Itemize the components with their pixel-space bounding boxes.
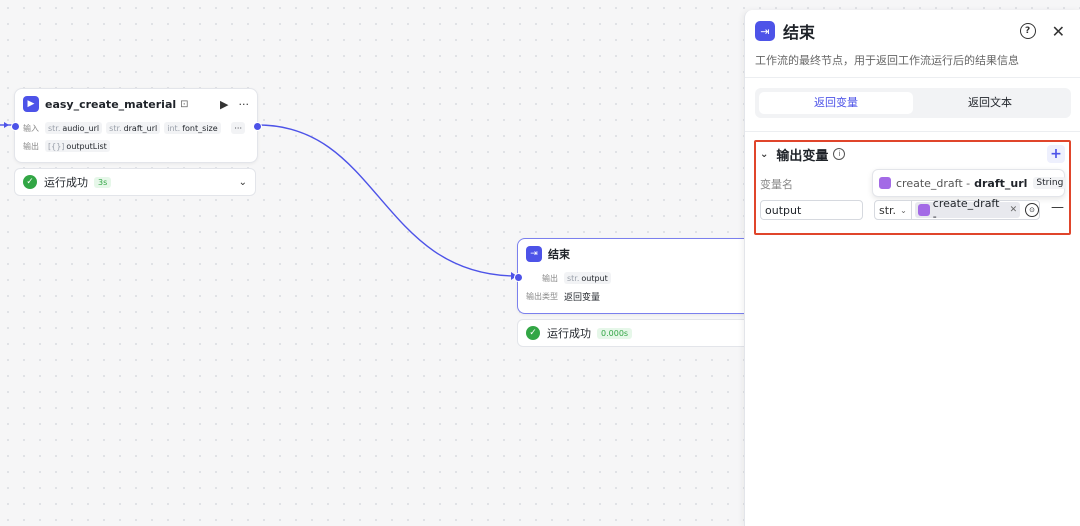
input-tag: str. draft_url [106, 122, 161, 134]
chevron-down-icon[interactable]: ⌄ [239, 177, 247, 188]
tooltip-node: create_draft - [896, 176, 971, 190]
node-settings-panel: ⇥ 结束 ? ✕ 工作流的最终节点，用于返回工作流运行后的结果信息 返回变量 返… [744, 10, 1080, 526]
variable-name-input[interactable]: output [760, 200, 863, 220]
success-icon: ✓ [526, 326, 540, 340]
variable-reference-select[interactable]: str. ⌄ create_draft - ✕ ⊙ [874, 197, 1040, 223]
section-title: 输出变量 [776, 148, 829, 164]
variable-name-label: 变量名 [760, 178, 793, 191]
return-mode-tabs: 返回变量 返回文本 [755, 88, 1071, 118]
tab-return-text[interactable]: 返回文本 [913, 92, 1067, 114]
reference-tooltip: create_draft - draft_url String [872, 169, 1067, 197]
plugin-icon: ▶ [23, 96, 39, 112]
output-row: 输出 [{}] outputList [15, 137, 257, 155]
run-status-node2[interactable]: ✓ 运行成功 0.000s [517, 319, 775, 347]
end-node[interactable]: ⇥ 结束 输出 str. output 输出类型 返回变量 [514, 238, 759, 314]
connection-edge [257, 124, 518, 277]
duration-badge: 0.000s [597, 327, 633, 339]
output-label: 输出 [23, 141, 39, 151]
divider [745, 77, 1080, 78]
workflow-canvas[interactable]: ▶ easy_create_material ⊡ ▶ ··· 输入 str. au… [0, 0, 775, 526]
node-title: easy_create_material [45, 97, 177, 111]
tab-return-variable[interactable]: 返回变量 [759, 92, 913, 114]
output-tag: [{}] outputList [45, 140, 110, 152]
input-tag: str. audio_url [45, 122, 103, 134]
add-variable-button[interactable]: + [1047, 145, 1065, 163]
reference-chip[interactable]: create_draft - ✕ [914, 197, 1021, 223]
output-port[interactable] [253, 122, 262, 131]
output-type-label: 输出类型 [526, 291, 558, 301]
version-icon: ⊡ [180, 98, 189, 110]
output-label: 输出 [542, 273, 558, 283]
plugin-node-easy-create-material[interactable]: ▶ easy_create_material ⊡ ▶ ··· 输入 str. au… [11, 88, 262, 163]
type-select[interactable]: str. ⌄ [875, 201, 912, 219]
run-status-node1[interactable]: ✓ 运行成功 3s ⌄ [14, 168, 256, 196]
success-icon: ✓ [23, 175, 37, 189]
output-type-row: 输出类型 返回变量 [518, 287, 758, 305]
incoming-arrowhead [4, 122, 9, 128]
input-label: 输入 [23, 123, 39, 133]
output-row: 输出 str. output [518, 269, 758, 287]
input-row: 输入 str. audio_url str. draft_url int. font_… [15, 119, 257, 137]
remove-icon[interactable]: ✕ [1010, 205, 1018, 215]
more-icon[interactable]: ··· [239, 98, 250, 111]
output-type-value: 返回变量 [564, 292, 601, 303]
output-variables-section: ⌄ 输出变量 i + 变量名 create_draft - draft_url … [754, 140, 1071, 235]
input-port[interactable] [514, 273, 523, 282]
end-icon: ⇥ [755, 21, 775, 41]
tooltip-field: draft_url [974, 176, 1028, 190]
panel-description: 工作流的最终节点，用于返回工作流运行后的结果信息 [755, 54, 1019, 67]
input-tag: int. font_size [164, 122, 221, 134]
status-text: 运行成功 [44, 176, 88, 189]
plugin-cube-icon [879, 177, 891, 189]
node-title: 结束 [548, 248, 570, 261]
divider [745, 131, 1080, 132]
more-inputs-icon[interactable]: ··· [231, 122, 245, 134]
variable-picker-icon[interactable]: ⊙ [1025, 203, 1039, 217]
end-icon: ⇥ [526, 246, 542, 262]
tooltip-type: String [1033, 177, 1067, 189]
remove-variable-button[interactable]: — [1051, 200, 1064, 215]
output-tag: str. output [564, 272, 611, 284]
run-icon[interactable]: ▶ [220, 98, 228, 111]
panel-title: 结束 [783, 23, 816, 42]
close-icon[interactable]: ✕ [1052, 22, 1065, 41]
help-icon[interactable]: ? [1019, 23, 1036, 39]
chevron-down-icon[interactable]: ⌄ [760, 149, 768, 160]
duration-badge: 3s [94, 176, 112, 188]
info-icon[interactable]: i [833, 148, 846, 160]
input-port[interactable] [11, 122, 20, 131]
chevron-down-icon: ⌄ [900, 205, 907, 215]
plugin-cube-icon [917, 204, 930, 216]
status-text: 运行成功 [547, 327, 591, 340]
